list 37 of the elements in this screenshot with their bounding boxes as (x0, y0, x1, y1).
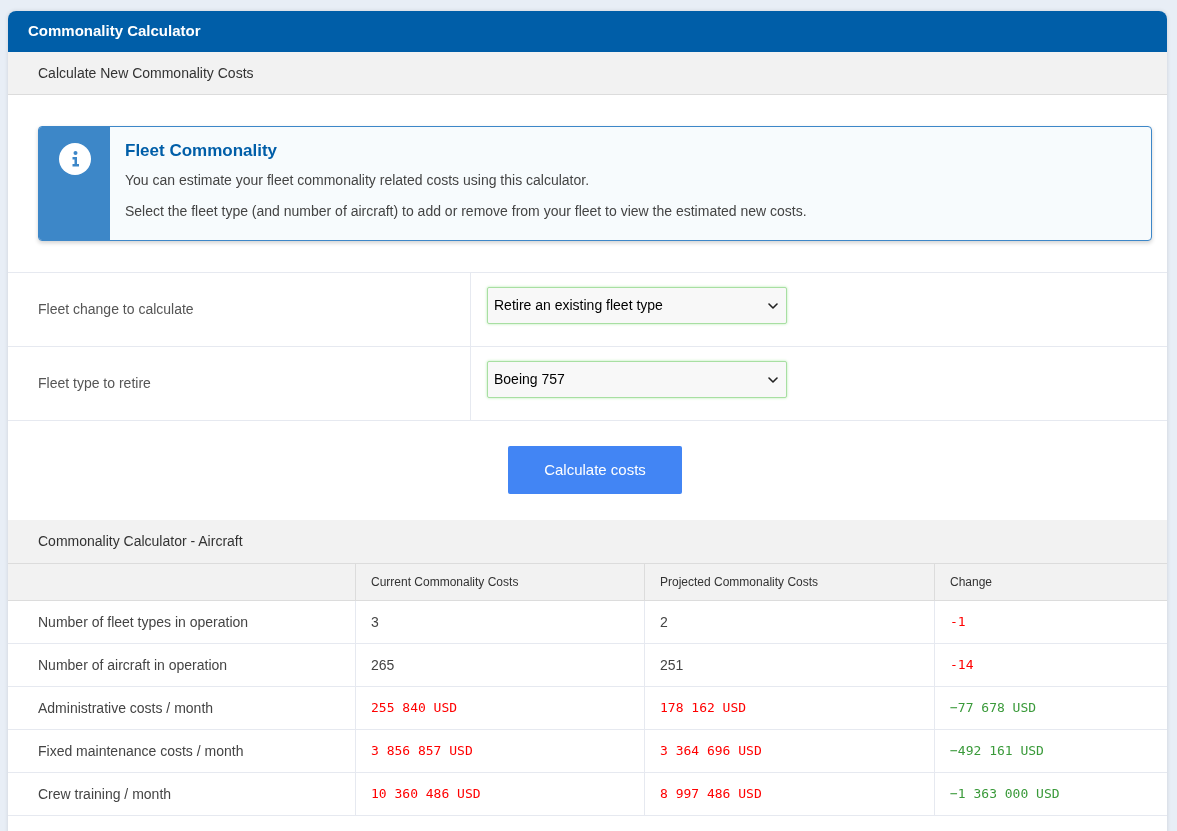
table-cell: 3 (355, 601, 644, 644)
table-cell: 251 (644, 644, 934, 687)
table-cell: -1 (934, 601, 1167, 644)
table-cell: 3 364 696 USD (644, 730, 934, 773)
info-text: Select the fleet type (and number of aircraft) to add or remove from your fleet to view the estimated new costs. (125, 202, 807, 220)
table-cell: -14 (934, 644, 1167, 687)
section-title: Commonality Calculator - Aircraft (38, 532, 243, 551)
table-cell: 8 997 486 USD (644, 773, 934, 816)
table-row-label: Number of fleet types in operation (8, 601, 355, 644)
table-cell: 3 856 857 USD (355, 730, 644, 773)
table-header-cell: Projected Commonality Costs (644, 563, 934, 601)
calculate-button[interactable]: Calculate costs (508, 446, 682, 494)
field-label: Fleet change to calculate (38, 300, 194, 319)
table-row-label: Crew training / month (8, 773, 355, 816)
select-field[interactable]: Retire an existing fleet type (487, 287, 787, 324)
table-cell: −77 678 USD (934, 687, 1167, 730)
table-row-label: Fixed maintenance costs / month (8, 730, 355, 773)
table-row-label: Number of aircraft in operation (8, 644, 355, 687)
info-icon (58, 143, 91, 175)
table-row-label: Administrative costs / month (8, 687, 355, 730)
table-cell: −1 363 000 USD (934, 773, 1167, 816)
chevron-down-icon (768, 302, 778, 309)
section-title: Calculate New Commonality Costs (38, 63, 254, 83)
info-text: You can estimate your fleet commonality related costs using this calculator. (125, 171, 590, 189)
field-label: Fleet type to retire (38, 374, 151, 393)
table-cell: 2 (644, 601, 934, 644)
table-cell: 178 162 USD (644, 687, 934, 730)
table-cell: 265 (355, 644, 644, 687)
info-title: Fleet Commonality (125, 140, 278, 162)
table-header-cell: Current Commonality Costs (355, 563, 644, 601)
panel-title: Commonality Calculator (28, 21, 201, 42)
select-field[interactable]: Boeing 757 (487, 361, 787, 398)
table-cell: 255 840 USD (355, 687, 644, 730)
chevron-down-icon (768, 376, 778, 383)
table-header-cell: Change (934, 563, 1167, 601)
table-cell: 10 360 486 USD (355, 773, 644, 816)
table-cell: −492 161 USD (934, 730, 1167, 773)
